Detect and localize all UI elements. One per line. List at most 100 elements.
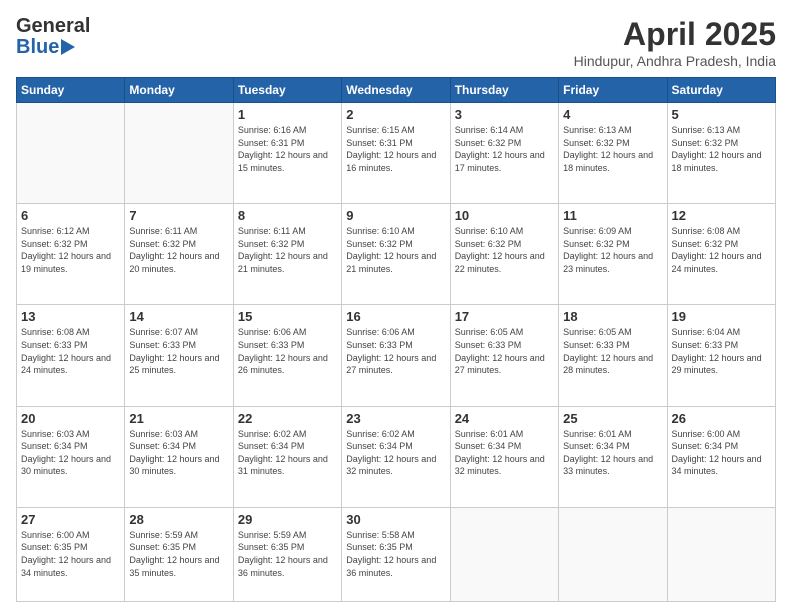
day-info: Sunrise: 5:59 AM Sunset: 6:35 PM Dayligh… [238, 529, 337, 579]
day-info: Sunrise: 6:13 AM Sunset: 6:32 PM Dayligh… [672, 124, 771, 174]
day-info: Sunrise: 6:09 AM Sunset: 6:32 PM Dayligh… [563, 225, 662, 275]
table-row: 11 Sunrise: 6:09 AM Sunset: 6:32 PM Dayli… [559, 204, 667, 305]
day-info: Sunrise: 6:13 AM Sunset: 6:32 PM Dayligh… [563, 124, 662, 174]
day-number: 15 [238, 309, 337, 324]
day-info: Sunrise: 6:03 AM Sunset: 6:34 PM Dayligh… [21, 428, 120, 478]
calendar: Sunday Monday Tuesday Wednesday Thursday… [16, 77, 776, 602]
logo: General Blue [16, 16, 90, 57]
table-row: 16 Sunrise: 6:06 AM Sunset: 6:33 PM Dayli… [342, 305, 450, 406]
day-number: 10 [455, 208, 554, 223]
day-info: Sunrise: 6:10 AM Sunset: 6:32 PM Dayligh… [346, 225, 445, 275]
day-info: Sunrise: 6:06 AM Sunset: 6:33 PM Dayligh… [346, 326, 445, 376]
table-row: 3 Sunrise: 6:14 AM Sunset: 6:32 PM Daylig… [450, 103, 558, 204]
table-row: 5 Sunrise: 6:13 AM Sunset: 6:32 PM Daylig… [667, 103, 775, 204]
day-number: 4 [563, 107, 662, 122]
table-row [125, 103, 233, 204]
day-info: Sunrise: 6:03 AM Sunset: 6:34 PM Dayligh… [129, 428, 228, 478]
table-row: 18 Sunrise: 6:05 AM Sunset: 6:33 PM Dayli… [559, 305, 667, 406]
day-number: 28 [129, 512, 228, 527]
day-info: Sunrise: 6:06 AM Sunset: 6:33 PM Dayligh… [238, 326, 337, 376]
day-number: 13 [21, 309, 120, 324]
day-info: Sunrise: 6:10 AM Sunset: 6:32 PM Dayligh… [455, 225, 554, 275]
day-number: 11 [563, 208, 662, 223]
table-row [559, 507, 667, 601]
logo-blue-text: Blue [16, 37, 59, 57]
day-number: 29 [238, 512, 337, 527]
header: General Blue April 2025 Hindupur, Andhra… [16, 16, 776, 69]
day-info: Sunrise: 5:59 AM Sunset: 6:35 PM Dayligh… [129, 529, 228, 579]
day-number: 2 [346, 107, 445, 122]
col-sunday: Sunday [17, 78, 125, 103]
day-info: Sunrise: 6:04 AM Sunset: 6:33 PM Dayligh… [672, 326, 771, 376]
logo-text: General [16, 15, 90, 37]
col-friday: Friday [559, 78, 667, 103]
day-number: 17 [455, 309, 554, 324]
table-row: 27Sunrise: 6:00 AM Sunset: 6:35 PM Dayli… [17, 507, 125, 601]
day-info: Sunrise: 6:08 AM Sunset: 6:32 PM Dayligh… [672, 225, 771, 275]
month-title: April 2025 [574, 16, 776, 53]
day-info: Sunrise: 6:01 AM Sunset: 6:34 PM Dayligh… [563, 428, 662, 478]
table-row [450, 507, 558, 601]
table-row [667, 507, 775, 601]
day-number: 22 [238, 411, 337, 426]
day-number: 7 [129, 208, 228, 223]
col-saturday: Saturday [667, 78, 775, 103]
day-info: Sunrise: 6:01 AM Sunset: 6:34 PM Dayligh… [455, 428, 554, 478]
table-row [17, 103, 125, 204]
location: Hindupur, Andhra Pradesh, India [574, 53, 776, 69]
page: General Blue April 2025 Hindupur, Andhra… [0, 0, 792, 612]
table-row: 1Sunrise: 6:16 AM Sunset: 6:31 PM Daylig… [233, 103, 341, 204]
day-number: 23 [346, 411, 445, 426]
day-number: 16 [346, 309, 445, 324]
col-thursday: Thursday [450, 78, 558, 103]
table-row: 30 Sunrise: 5:58 AM Sunset: 6:35 PM Dayli… [342, 507, 450, 601]
table-row: 25 Sunrise: 6:01 AM Sunset: 6:34 PM Dayli… [559, 406, 667, 507]
day-info: Sunrise: 6:14 AM Sunset: 6:32 PM Dayligh… [455, 124, 554, 174]
table-row: 26Sunrise: 6:00 AM Sunset: 6:34 PM Dayli… [667, 406, 775, 507]
table-row: 4 Sunrise: 6:13 AM Sunset: 6:32 PM Daylig… [559, 103, 667, 204]
calendar-header-row: Sunday Monday Tuesday Wednesday Thursday… [17, 78, 776, 103]
day-number: 18 [563, 309, 662, 324]
table-row: 28 Sunrise: 5:59 AM Sunset: 6:35 PM Dayli… [125, 507, 233, 601]
day-info: Sunrise: 6:00 AM Sunset: 6:34 PM Dayligh… [672, 428, 771, 478]
day-info: Sunrise: 6:11 AM Sunset: 6:32 PM Dayligh… [238, 225, 337, 275]
table-row: 24 Sunrise: 6:01 AM Sunset: 6:34 PM Dayli… [450, 406, 558, 507]
table-row: 20 Sunrise: 6:03 AM Sunset: 6:34 PM Dayli… [17, 406, 125, 507]
col-wednesday: Wednesday [342, 78, 450, 103]
col-monday: Monday [125, 78, 233, 103]
table-row: 8 Sunrise: 6:11 AM Sunset: 6:32 PM Daylig… [233, 204, 341, 305]
day-number: 24 [455, 411, 554, 426]
table-row: 14Sunrise: 6:07 AM Sunset: 6:33 PM Dayli… [125, 305, 233, 406]
title-area: April 2025 Hindupur, Andhra Pradesh, Ind… [574, 16, 776, 69]
day-info: Sunrise: 6:05 AM Sunset: 6:33 PM Dayligh… [563, 326, 662, 376]
day-info: Sunrise: 6:08 AM Sunset: 6:33 PM Dayligh… [21, 326, 120, 376]
day-info: Sunrise: 6:07 AM Sunset: 6:33 PM Dayligh… [129, 326, 228, 376]
day-info: Sunrise: 6:15 AM Sunset: 6:31 PM Dayligh… [346, 124, 445, 174]
table-row: 13 Sunrise: 6:08 AM Sunset: 6:33 PM Dayli… [17, 305, 125, 406]
table-row: 17 Sunrise: 6:05 AM Sunset: 6:33 PM Dayli… [450, 305, 558, 406]
table-row: 19Sunrise: 6:04 AM Sunset: 6:33 PM Dayli… [667, 305, 775, 406]
day-number: 6 [21, 208, 120, 223]
day-info: Sunrise: 6:02 AM Sunset: 6:34 PM Dayligh… [238, 428, 337, 478]
day-number: 5 [672, 107, 771, 122]
table-row: 12 Sunrise: 6:08 AM Sunset: 6:32 PM Dayli… [667, 204, 775, 305]
day-info: Sunrise: 6:05 AM Sunset: 6:33 PM Dayligh… [455, 326, 554, 376]
day-info: Sunrise: 5:58 AM Sunset: 6:35 PM Dayligh… [346, 529, 445, 579]
day-info: Sunrise: 6:11 AM Sunset: 6:32 PM Dayligh… [129, 225, 228, 275]
day-number: 9 [346, 208, 445, 223]
col-tuesday: Tuesday [233, 78, 341, 103]
day-number: 20 [21, 411, 120, 426]
day-number: 27 [21, 512, 120, 527]
table-row: 9 Sunrise: 6:10 AM Sunset: 6:32 PM Daylig… [342, 204, 450, 305]
table-row: 6Sunrise: 6:12 AM Sunset: 6:32 PM Daylig… [17, 204, 125, 305]
day-number: 3 [455, 107, 554, 122]
day-info: Sunrise: 6:16 AM Sunset: 6:31 PM Dayligh… [238, 124, 337, 174]
day-number: 30 [346, 512, 445, 527]
table-row: 2 Sunrise: 6:15 AM Sunset: 6:31 PM Daylig… [342, 103, 450, 204]
day-number: 12 [672, 208, 771, 223]
table-row: 7 Sunrise: 6:11 AM Sunset: 6:32 PM Daylig… [125, 204, 233, 305]
day-info: Sunrise: 6:02 AM Sunset: 6:34 PM Dayligh… [346, 428, 445, 478]
day-number: 8 [238, 208, 337, 223]
day-number: 25 [563, 411, 662, 426]
table-row: 29 Sunrise: 5:59 AM Sunset: 6:35 PM Dayli… [233, 507, 341, 601]
